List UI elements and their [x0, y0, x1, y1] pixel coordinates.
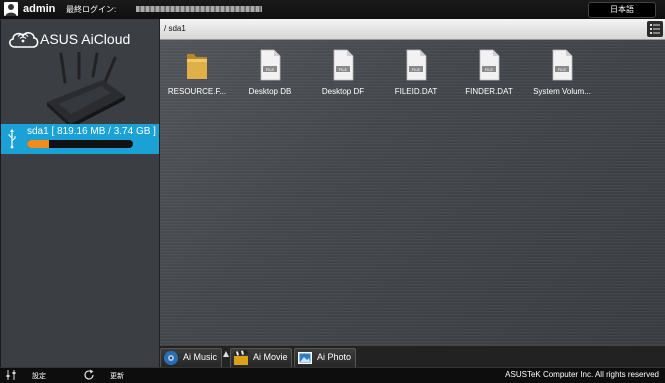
- file-icon: FILE: [406, 49, 427, 81]
- footer: 設定 更新 ASUSTeK Computer Inc. All rights r…: [0, 367, 665, 383]
- file-item[interactable]: FILE FILEID.DAT: [379, 48, 453, 96]
- file-item[interactable]: FILE System Volum...: [525, 48, 599, 96]
- file-badge: FILE: [339, 67, 348, 72]
- photo-icon: [298, 352, 312, 364]
- file-item[interactable]: FILE Desktop DB: [233, 48, 307, 96]
- ai-music-button[interactable]: Ai Music: [160, 348, 222, 368]
- breadcrumb: / sda1: [164, 24, 186, 33]
- file-badge: FILE: [266, 67, 275, 72]
- file-badge: FILE: [485, 67, 494, 72]
- file-icon: FILE: [333, 49, 354, 81]
- last-login-value-redacted: [136, 6, 262, 12]
- aicloud-window: admin 最終ログイン: 日本語 ASUS AiCloud sda1 [81…: [0, 0, 665, 383]
- ai-movie-button[interactable]: Ai Movie: [230, 348, 292, 368]
- file-icon: FILE: [260, 49, 281, 81]
- file-name: System Volum...: [533, 87, 591, 96]
- file-name: RESOURCE.F...: [167, 87, 227, 96]
- router-image: [47, 52, 125, 128]
- music-icon: [164, 351, 178, 365]
- refresh-label[interactable]: 更新: [110, 371, 124, 381]
- refresh-icon[interactable]: [83, 369, 95, 381]
- drive-usage-bar: [27, 140, 133, 148]
- ai-photo-button[interactable]: Ai Photo: [294, 348, 356, 368]
- folder-icon: [187, 54, 207, 79]
- file-item[interactable]: RESOURCE.F...: [160, 48, 234, 96]
- list-icon: [650, 24, 660, 34]
- drive-label: sda1 [ 819.16 MB / 3.74 GB ]: [27, 126, 156, 137]
- file-name: Desktop DF: [321, 87, 365, 96]
- brand-title: ASUS AiCloud: [40, 31, 131, 47]
- drive-usage-fill: [27, 140, 50, 148]
- file-name: FINDER.DAT: [465, 87, 513, 96]
- list-view-button[interactable]: [647, 21, 663, 37]
- top-bar: admin 最終ログイン: 日本語: [0, 0, 665, 20]
- settings-icon[interactable]: [5, 369, 17, 381]
- movie-icon: [234, 350, 248, 365]
- file-badge: FILE: [558, 67, 567, 72]
- file-badge: FILE: [412, 67, 421, 72]
- ai-movie-label: Ai Movie: [253, 352, 288, 362]
- copyright: ASUSTeK Computer Inc. All rights reserve…: [505, 370, 659, 379]
- file-item[interactable]: FILE Desktop DF: [306, 48, 380, 96]
- file-name: Desktop DB: [248, 87, 292, 96]
- user-icon[interactable]: [4, 2, 18, 16]
- file-name: FILEID.DAT: [394, 87, 438, 96]
- language-button[interactable]: 日本語: [588, 2, 656, 18]
- file-icon: FILE: [479, 49, 500, 81]
- app-bar: Ai Music Ai Movie Ai Photo: [160, 345, 665, 368]
- ai-music-label: Ai Music: [183, 352, 218, 362]
- username: admin: [23, 3, 56, 15]
- settings-label[interactable]: 設定: [32, 371, 46, 381]
- file-icon: FILE: [552, 49, 573, 81]
- ai-photo-label: Ai Photo: [317, 352, 352, 362]
- file-item[interactable]: FILE FINDER.DAT: [452, 48, 526, 96]
- drive-item-sda1[interactable]: sda1 [ 819.16 MB / 3.74 GB ]: [1, 124, 159, 154]
- cloud-icon: [9, 32, 39, 48]
- usb-icon: [8, 129, 16, 149]
- expand-up-icon[interactable]: [223, 351, 229, 357]
- sidebar: ASUS AiCloud sda1 [ 819.16 MB / 3.74 GB …: [1, 19, 160, 367]
- file-browser: / sda1 RESOURCE.F... FILE Desktop DB FIL…: [160, 19, 665, 345]
- last-login-label: 最終ログイン:: [66, 5, 117, 14]
- path-bar: / sda1: [160, 19, 665, 40]
